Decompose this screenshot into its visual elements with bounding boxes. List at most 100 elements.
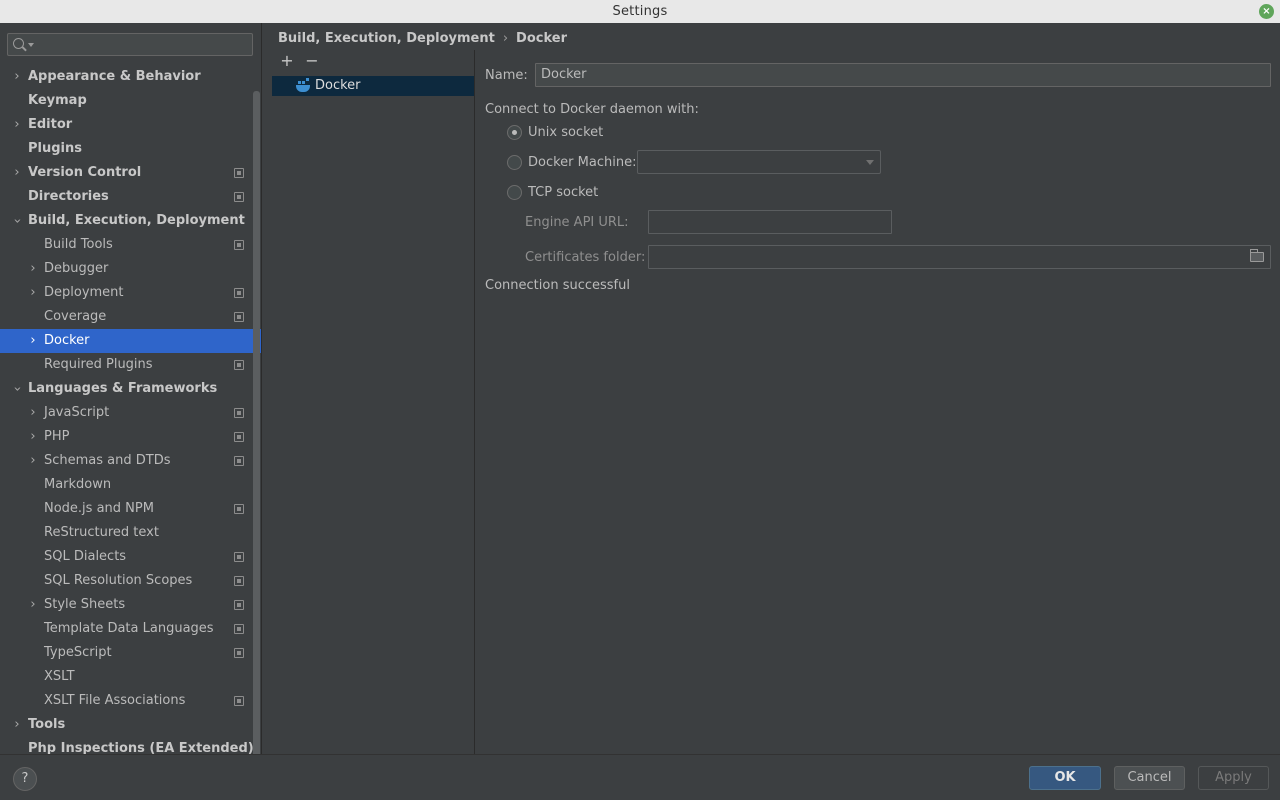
- chevron-right-icon[interactable]: ›: [27, 329, 39, 353]
- project-scope-icon: [234, 696, 244, 706]
- sidebar-item-label: Coverage: [44, 309, 107, 324]
- project-scope-icon: [234, 552, 244, 562]
- docker-settings-form: Name: Docker Connect to Docker daemon wi…: [475, 50, 1280, 754]
- unix-socket-radio[interactable]: [507, 125, 522, 140]
- chevron-down-icon: [866, 160, 874, 165]
- docker-machine-select[interactable]: [637, 150, 881, 174]
- sidebar-item-keymap[interactable]: Keymap: [0, 89, 261, 113]
- chevron-right-icon[interactable]: ›: [27, 281, 39, 305]
- sidebar-item-label: XSLT File Associations: [44, 693, 186, 708]
- engine-api-url-label: Engine API URL:: [525, 215, 629, 230]
- sidebar-item-plugins[interactable]: Plugins: [0, 137, 261, 161]
- sidebar-item-php-inspections-ea-extended[interactable]: Php Inspections (EA Extended): [0, 737, 261, 754]
- sidebar-item-label: TypeScript: [44, 645, 112, 660]
- chevron-right-icon[interactable]: ›: [27, 425, 39, 449]
- sidebar-item-label: Node.js and NPM: [44, 501, 154, 516]
- breadcrumb: Build, Execution, Deployment › Docker: [278, 30, 567, 48]
- sidebar-item-label: Deployment: [44, 285, 124, 300]
- docker-machine-radio[interactable]: [507, 155, 522, 170]
- sidebar-item-tools[interactable]: › Tools: [0, 713, 261, 737]
- sidebar-item-build-tools[interactable]: Build Tools: [0, 233, 261, 257]
- add-icon[interactable]: +: [278, 52, 296, 70]
- close-icon[interactable]: ×: [1259, 4, 1274, 19]
- chevron-down-icon[interactable]: ›: [10, 209, 25, 233]
- sidebar-item-label: Plugins: [28, 141, 82, 156]
- sidebar-item-required-plugins[interactable]: Required Plugins: [0, 353, 261, 377]
- sidebar-item-restructured-text[interactable]: ReStructured text: [0, 521, 261, 545]
- list-item[interactable]: Docker: [272, 76, 474, 96]
- connect-label: Connect to Docker daemon with:: [485, 102, 699, 117]
- certificates-folder-field[interactable]: [648, 245, 1271, 269]
- name-field[interactable]: Docker: [535, 63, 1271, 87]
- chevron-right-icon[interactable]: ›: [27, 257, 39, 281]
- search-icon: [13, 38, 24, 49]
- sidebar-item-node-js-and-npm[interactable]: Node.js and NPM: [0, 497, 261, 521]
- sidebar-item-version-control[interactable]: › Version Control: [0, 161, 261, 185]
- sidebar-item-editor[interactable]: › Editor: [0, 113, 261, 137]
- chevron-right-icon[interactable]: ›: [27, 593, 39, 617]
- project-scope-icon: [234, 168, 244, 178]
- cancel-button[interactable]: Cancel: [1114, 766, 1185, 790]
- sidebar-item-schemas-and-dtds[interactable]: › Schemas and DTDs: [0, 449, 261, 473]
- sidebar-item-label: Docker: [44, 333, 90, 348]
- apply-button[interactable]: Apply: [1198, 766, 1269, 790]
- sidebar-scrollbar[interactable]: [253, 91, 260, 754]
- list-toolbar: + −: [278, 52, 328, 72]
- breadcrumb-parent[interactable]: Build, Execution, Deployment: [278, 31, 495, 46]
- chevron-right-icon[interactable]: ›: [11, 65, 23, 89]
- ok-button[interactable]: OK: [1029, 766, 1101, 790]
- chevron-right-icon[interactable]: ›: [27, 401, 39, 425]
- name-label: Name:: [485, 68, 528, 83]
- sidebar-item-xslt[interactable]: XSLT: [0, 665, 261, 689]
- remove-icon[interactable]: −: [303, 52, 321, 70]
- sidebar-item-coverage[interactable]: Coverage: [0, 305, 261, 329]
- sidebar-item-label: Schemas and DTDs: [44, 453, 171, 468]
- sidebar-item-appearance-behavior[interactable]: › Appearance & Behavior: [0, 65, 261, 89]
- tcp-socket-radio[interactable]: [507, 185, 522, 200]
- breadcrumb-separator-icon: ›: [502, 31, 509, 46]
- sidebar-item-label: ReStructured text: [44, 525, 159, 540]
- help-button[interactable]: ?: [13, 767, 37, 791]
- sidebar-item-typescript[interactable]: TypeScript: [0, 641, 261, 665]
- sidebar-item-markdown[interactable]: Markdown: [0, 473, 261, 497]
- chevron-down-icon[interactable]: ›: [10, 377, 25, 401]
- sidebar-item-label: Markdown: [44, 477, 112, 492]
- dialog-footer: ? OK Cancel Apply: [0, 754, 1280, 800]
- docker-machine-label[interactable]: Docker Machine:: [528, 155, 636, 170]
- sidebar-item-sql-dialects[interactable]: SQL Dialects: [0, 545, 261, 569]
- sidebar-item-directories[interactable]: Directories: [0, 185, 261, 209]
- chevron-right-icon[interactable]: ›: [11, 113, 23, 137]
- sidebar-item-languages-frameworks[interactable]: › Languages & Frameworks: [0, 377, 261, 401]
- sidebar-item-label: Languages & Frameworks: [28, 381, 218, 396]
- project-scope-icon: [234, 432, 244, 442]
- project-scope-icon: [234, 576, 244, 586]
- sidebar-item-docker[interactable]: › Docker: [0, 329, 261, 353]
- sidebar-item-template-data-languages[interactable]: Template Data Languages: [0, 617, 261, 641]
- engine-api-url-field[interactable]: [648, 210, 892, 234]
- sidebar-item-xslt-file-associations[interactable]: XSLT File Associations: [0, 689, 261, 713]
- sidebar-item-javascript[interactable]: › JavaScript: [0, 401, 261, 425]
- sidebar-item-label: Directories: [28, 189, 109, 204]
- project-scope-icon: [234, 624, 244, 634]
- sidebar-item-label: Build, Execution, Deployment: [28, 213, 245, 228]
- chevron-right-icon[interactable]: ›: [27, 449, 39, 473]
- sidebar-item-debugger[interactable]: › Debugger: [0, 257, 261, 281]
- sidebar-item-php[interactable]: › PHP: [0, 425, 261, 449]
- folder-icon[interactable]: [1250, 249, 1264, 262]
- unix-socket-label[interactable]: Unix socket: [528, 125, 603, 140]
- project-scope-icon: [234, 408, 244, 418]
- chevron-right-icon[interactable]: ›: [11, 713, 23, 737]
- sidebar-item-build-execution-deployment[interactable]: › Build, Execution, Deployment: [0, 209, 261, 233]
- sidebar-item-label: PHP: [44, 429, 70, 444]
- chevron-down-icon[interactable]: [28, 43, 34, 47]
- sidebar-item-style-sheets[interactable]: › Style Sheets: [0, 593, 261, 617]
- search-input[interactable]: [7, 33, 253, 56]
- project-scope-icon: [234, 240, 244, 250]
- sidebar-item-label: Debugger: [44, 261, 109, 276]
- chevron-right-icon[interactable]: ›: [11, 161, 23, 185]
- sidebar-item-label: Tools: [28, 717, 66, 732]
- tcp-socket-label[interactable]: TCP socket: [528, 185, 598, 200]
- docker-icon: [296, 78, 310, 92]
- sidebar-item-sql-resolution-scopes[interactable]: SQL Resolution Scopes: [0, 569, 261, 593]
- sidebar-item-deployment[interactable]: › Deployment: [0, 281, 261, 305]
